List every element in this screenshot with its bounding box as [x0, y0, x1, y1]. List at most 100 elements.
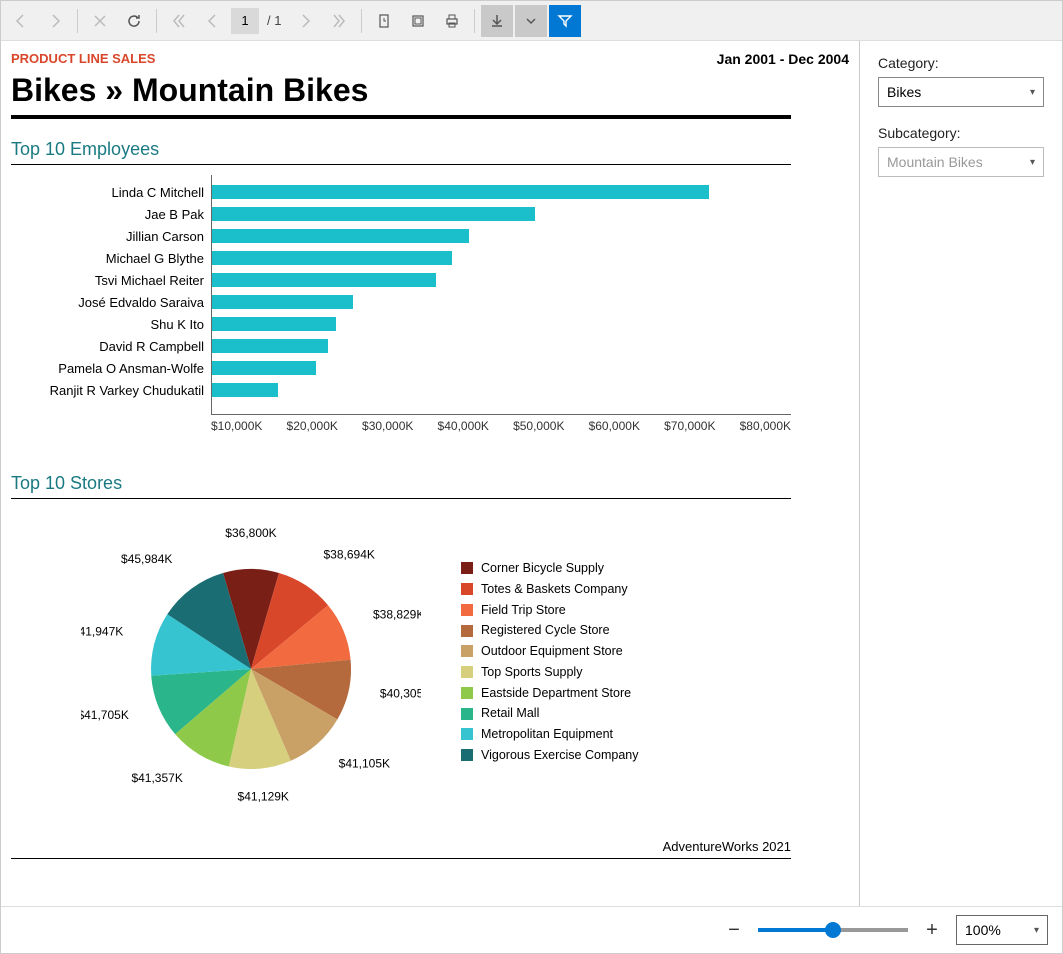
- report-daterange: Jan 2001 - Dec 2004: [717, 51, 849, 67]
- chevron-down-icon: ▾: [1030, 157, 1035, 168]
- page-number-input[interactable]: [231, 8, 259, 34]
- nav-forward-button[interactable]: [39, 5, 71, 37]
- bar-label: Shu K Ito: [42, 317, 212, 332]
- legend-label: Metropolitan Equipment: [481, 725, 613, 744]
- refresh-button[interactable]: [118, 5, 150, 37]
- parameters-panel: Category: Bikes ▾ Subcategory: Mountain …: [860, 41, 1062, 906]
- bar-label: Jae B Pak: [42, 207, 212, 222]
- bar-rect: [212, 295, 353, 309]
- page-setup-button[interactable]: [368, 5, 400, 37]
- bar-label: José Edvaldo Saraiva: [42, 295, 212, 310]
- report-title: Bikes » Mountain Bikes: [11, 72, 849, 109]
- export-button[interactable]: [481, 5, 513, 37]
- legend-item: Retail Mall: [461, 704, 638, 723]
- bar-rect: [212, 251, 452, 265]
- separator: [77, 9, 78, 33]
- legend-swatch: [461, 708, 473, 720]
- axis-tick: $20,000K: [287, 419, 338, 433]
- bar-rect: [212, 273, 436, 287]
- last-page-button[interactable]: [323, 5, 355, 37]
- main-area: PRODUCT LINE SALES Jan 2001 - Dec 2004 B…: [1, 41, 1062, 907]
- bar-row: Michael G Blythe: [42, 247, 792, 269]
- pie-slice-label: $41,947K: [81, 625, 123, 639]
- bar-rect: [212, 185, 709, 199]
- legend-swatch: [461, 604, 473, 616]
- legend-item: Corner Bicycle Supply: [461, 559, 638, 578]
- section-rule: [11, 164, 791, 165]
- title-rule: [11, 115, 791, 119]
- axis-tick: $50,000K: [513, 419, 564, 433]
- parameters-toggle-button[interactable]: [549, 5, 581, 37]
- zoom-slider[interactable]: [758, 928, 908, 932]
- page-total-label: / 1: [267, 13, 281, 28]
- zoom-level-select[interactable]: 100% ▾: [956, 915, 1048, 945]
- report-header: PRODUCT LINE SALES Jan 2001 - Dec 2004 B…: [11, 51, 849, 119]
- bar-rect: [212, 339, 328, 353]
- bar-row: Tsvi Michael Reiter: [42, 269, 792, 291]
- bar-label: Linda C Mitchell: [42, 185, 212, 200]
- pie-slice-label: $41,705K: [81, 708, 129, 722]
- category-value: Bikes: [887, 84, 921, 100]
- legend-item: Registered Cycle Store: [461, 621, 638, 640]
- pie-slice-label: $40,305K: [380, 686, 421, 700]
- legend-label: Top Sports Supply: [481, 663, 582, 682]
- print-layout-button[interactable]: [402, 5, 434, 37]
- nav-back-button[interactable]: [5, 5, 37, 37]
- stop-button[interactable]: [84, 5, 116, 37]
- stores-section-title: Top 10 Stores: [11, 473, 849, 494]
- bar-rect: [212, 207, 535, 221]
- subcategory-select[interactable]: Mountain Bikes ▾: [878, 147, 1044, 177]
- zoom-slider-thumb[interactable]: [825, 922, 841, 938]
- pie-slice-label: $36,800K: [225, 526, 276, 540]
- next-page-button[interactable]: [289, 5, 321, 37]
- report-footer: AdventureWorks 2021: [11, 839, 791, 854]
- bar-row: José Edvaldo Saraiva: [42, 291, 792, 313]
- zoom-value: 100%: [965, 922, 1001, 938]
- legend-swatch: [461, 645, 473, 657]
- pie-slice-label: $41,357K: [131, 771, 182, 785]
- first-page-button[interactable]: [163, 5, 195, 37]
- legend-label: Field Trip Store: [481, 601, 566, 620]
- separator: [474, 9, 475, 33]
- bar-row: Pamela O Ansman-Wolfe: [42, 357, 792, 379]
- bar-row: Jae B Pak: [42, 203, 792, 225]
- zoom-bar: − + 100% ▾: [1, 907, 1062, 953]
- bar-label: Ranjit R Varkey Chudukatil: [42, 383, 212, 398]
- stores-pie-chart: $36,800K$38,694K$38,829K$40,305K$41,105K…: [81, 519, 860, 819]
- bar-row: Linda C Mitchell: [42, 181, 792, 203]
- legend-label: Retail Mall: [481, 704, 539, 723]
- pie-slice-label: $45,984K: [121, 552, 172, 566]
- chevron-down-icon: ▾: [1034, 925, 1039, 936]
- bar-rect: [212, 361, 316, 375]
- legend-item: Vigorous Exercise Company: [461, 746, 638, 765]
- legend-label: Outdoor Equipment Store: [481, 642, 623, 661]
- export-dropdown-button[interactable]: [515, 5, 547, 37]
- subcategory-value: Mountain Bikes: [887, 154, 983, 170]
- bar-rect: [212, 383, 278, 397]
- legend-swatch: [461, 666, 473, 678]
- category-select[interactable]: Bikes ▾: [878, 77, 1044, 107]
- legend-item: Eastside Department Store: [461, 684, 638, 703]
- separator: [361, 9, 362, 33]
- zoom-out-button[interactable]: −: [722, 918, 746, 942]
- bar-rect: [212, 229, 469, 243]
- legend-label: Totes & Baskets Company: [481, 580, 628, 599]
- zoom-in-button[interactable]: +: [920, 918, 944, 942]
- print-button[interactable]: [436, 5, 468, 37]
- axis-tick: $80,000K: [740, 419, 791, 433]
- axis-tick: $10,000K: [211, 419, 262, 433]
- axis-tick: $30,000K: [362, 419, 413, 433]
- toolbar: / 1: [1, 1, 1062, 41]
- legend-item: Top Sports Supply: [461, 663, 638, 682]
- legend-label: Registered Cycle Store: [481, 621, 610, 640]
- pie-slice-label: $38,829K: [373, 608, 421, 622]
- prev-page-button[interactable]: [197, 5, 229, 37]
- pie-slice-label: $41,105K: [339, 757, 390, 771]
- legend-label: Corner Bicycle Supply: [481, 559, 604, 578]
- subcategory-label: Subcategory:: [878, 125, 1044, 141]
- separator: [156, 9, 157, 33]
- employees-bar-chart: Linda C MitchellJae B PakJillian CarsonM…: [41, 175, 821, 433]
- chevron-down-icon: ▾: [1030, 87, 1035, 98]
- legend-swatch: [461, 625, 473, 637]
- bar-row: Shu K Ito: [42, 313, 792, 335]
